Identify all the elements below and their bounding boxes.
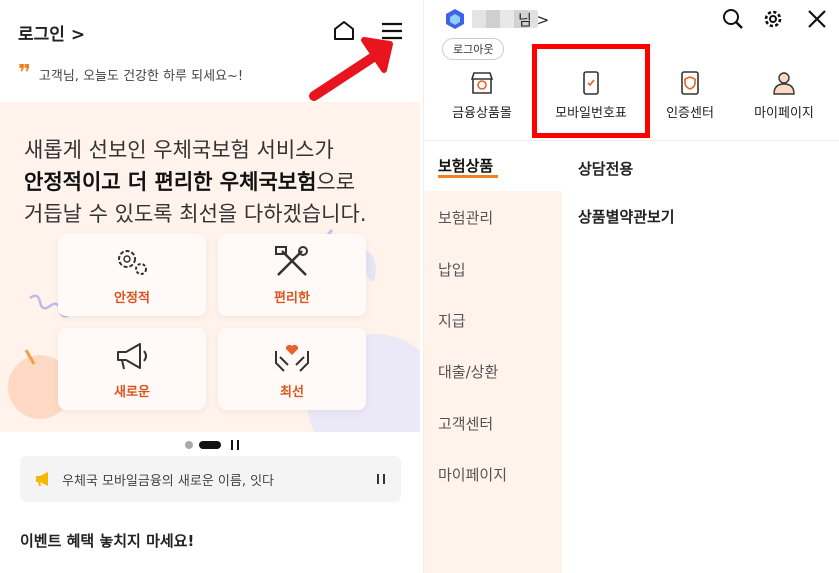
quick-menu-store[interactable]: 금융상품몰 <box>432 70 532 121</box>
category-payment[interactable]: 납입 <box>438 259 466 280</box>
app-logo-icon <box>446 9 464 29</box>
red-arrow-annotation <box>309 37 393 101</box>
carousel-dot-active[interactable] <box>199 441 221 449</box>
category-insurance-products[interactable]: 보험상품 <box>438 155 493 176</box>
category-active-underline <box>438 175 498 178</box>
gear-icon[interactable] <box>762 8 784 30</box>
quick-menu-label: 인증센터 <box>666 106 714 121</box>
megaphone-icon <box>117 342 147 369</box>
user-suffix[interactable]: 님 > <box>518 9 549 30</box>
category-claim[interactable]: 지급 <box>438 310 466 331</box>
hero-line-3: 거듭날 수 있도록 최선을 다하겠습니다. <box>24 202 367 226</box>
carousel-pause-icon[interactable] <box>231 440 239 450</box>
tools-icon <box>275 245 308 276</box>
hands-heart-icon <box>275 344 309 372</box>
quote-icon: ❞ <box>18 61 31 86</box>
notice-banner[interactable]: 우체국 모바일금융의 새로운 이름, 잇다 <box>20 456 401 502</box>
submenu-terms-by-product[interactable]: 상품별약관보기 <box>578 206 675 227</box>
store-icon <box>470 72 494 94</box>
hero-line-2-bold: 안정적이고 더 편리한 우체국보험 <box>24 170 317 194</box>
quick-menu-label: 금융상품몰 <box>452 106 512 121</box>
event-section-title: 이벤트 혜택 놓치지 마세요! <box>20 532 195 550</box>
category-insurance-management[interactable]: 보험관리 <box>438 207 493 228</box>
feature-new[interactable]: 새로운 <box>58 328 206 410</box>
feature-convenient[interactable]: 편리한 <box>218 234 366 316</box>
logout-button[interactable]: 로그아웃 <box>442 38 505 60</box>
hero-line-2-rest: 으로 <box>316 170 356 194</box>
feature-stable[interactable]: 안정적 <box>58 234 206 316</box>
close-icon[interactable] <box>806 8 828 30</box>
quick-menu-mypage[interactable]: 마이페이지 <box>734 70 834 121</box>
feature-label-stable: 안정적 <box>114 290 150 306</box>
category-loan-repay[interactable]: 대출/상환 <box>438 361 498 382</box>
submenu-consultation[interactable]: 상담전용 <box>578 158 633 179</box>
greeting-bar: ❞ 고객님, 오늘도 건강한 하루 되세요~! <box>18 62 243 86</box>
full-menu-screen: 님 > 로그아웃 금융상품몰 모바일번호표 인증센터 마이페이지 보험상품 보험… <box>423 0 839 573</box>
category-mypage[interactable]: 마이페이지 <box>438 464 507 485</box>
feature-label-best: 최선 <box>280 384 304 400</box>
notice-text: 우체국 모바일금융의 새로운 이름, 잇다 <box>62 473 275 489</box>
hero-banner: 새롭게 선보인 우체국보험 서비스가 안정적이고 더 편리한 우체국보험으로 거… <box>0 102 420 432</box>
quick-menu-label: 마이페이지 <box>754 106 814 121</box>
carousel-indicator[interactable] <box>185 440 239 450</box>
pause-icon[interactable] <box>377 474 385 484</box>
search-icon[interactable] <box>722 8 744 30</box>
main-screen: 로그인 > ❞ 고객님, 오늘도 건강한 하루 되세요~! 새롭게 선보인 우체… <box>0 0 420 573</box>
megaphone-icon <box>36 472 48 487</box>
category-sidebar: 보험상품 보험관리 납입 지급 대출/상환 고객센터 마이페이지 <box>424 141 562 573</box>
category-customer-center[interactable]: 고객센터 <box>438 413 493 434</box>
gears-icon <box>118 249 147 275</box>
person-icon <box>773 72 795 95</box>
red-highlight-box <box>532 44 650 138</box>
greeting-text: 고객님, 오늘도 건강한 하루 되세요~! <box>38 68 244 84</box>
quick-menu-certificate[interactable]: 인증센터 <box>640 70 740 121</box>
login-link[interactable]: 로그인 > <box>18 20 85 45</box>
feature-best[interactable]: 최선 <box>218 328 366 410</box>
hero-line-2: 안정적이고 더 편리한 우체국보험으로 <box>24 166 355 196</box>
hero-line-1: 새롭게 선보인 우체국보험 서비스가 <box>24 138 334 162</box>
feature-label-new: 새로운 <box>114 384 150 400</box>
carousel-dot[interactable] <box>185 441 193 449</box>
certificate-icon <box>681 71 699 95</box>
feature-label-convenient: 편리한 <box>274 290 310 306</box>
